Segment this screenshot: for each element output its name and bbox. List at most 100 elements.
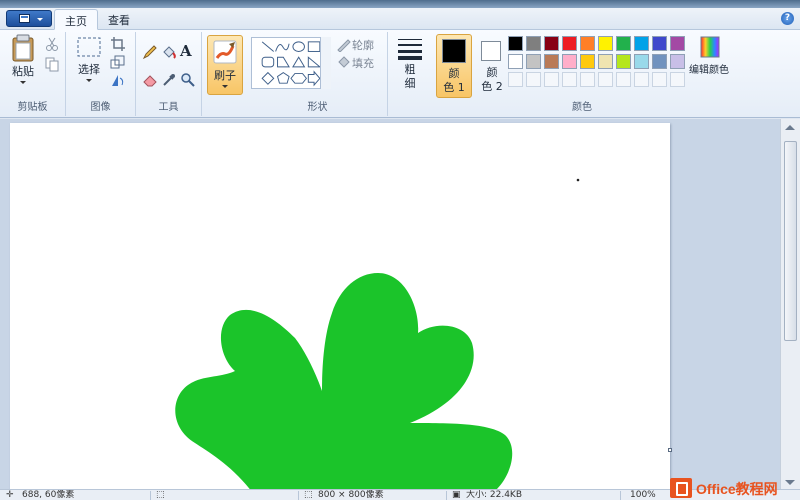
chevron-down-icon	[86, 79, 92, 82]
canvas-resize-handle[interactable]	[668, 448, 672, 452]
dimension-icon: ⬚	[304, 490, 313, 500]
color-swatch[interactable]	[562, 36, 577, 51]
zoom-level: 100%	[630, 490, 656, 500]
paste-button[interactable]: 粘贴	[8, 34, 38, 84]
group-shapes: 轮廓 填充 形状	[248, 32, 388, 116]
custom-color-slot[interactable]	[616, 72, 631, 87]
custom-color-slot[interactable]	[634, 72, 649, 87]
watermark: Office教程网	[668, 476, 800, 500]
window-title-strip	[0, 0, 800, 8]
eraser-icon[interactable]	[142, 72, 158, 88]
office-logo-icon	[670, 478, 692, 498]
color-swatch[interactable]	[598, 36, 613, 51]
custom-color-slot[interactable]	[544, 72, 559, 87]
color-swatch[interactable]	[580, 54, 595, 69]
resize-icon[interactable]	[110, 54, 126, 70]
brush-icon	[213, 40, 237, 64]
outline-label[interactable]: 轮廓	[352, 37, 374, 53]
group-label-tools: 工具	[158, 102, 179, 113]
color-swatch[interactable]	[616, 36, 631, 51]
select-button[interactable]: 选择	[74, 36, 104, 82]
paste-label: 粘贴	[12, 65, 34, 78]
custom-color-slot[interactable]	[580, 72, 595, 87]
text-tool-icon[interactable]: A	[180, 42, 196, 60]
fill-icon[interactable]	[336, 54, 352, 70]
color-swatch[interactable]	[544, 36, 559, 51]
color-swatch[interactable]	[598, 54, 613, 69]
fill-label[interactable]: 填充	[352, 55, 374, 71]
color1-label-line2: 色 1	[443, 81, 465, 94]
color-swatch[interactable]	[508, 54, 523, 69]
file-size: 大小: 22.4KB	[466, 490, 523, 500]
shapes-gallery-scroll[interactable]	[320, 37, 331, 89]
color-swatch[interactable]	[652, 54, 667, 69]
color1-preview	[442, 39, 466, 63]
canvas-workspace	[0, 119, 780, 489]
pencil-icon[interactable]	[142, 44, 158, 60]
crop-icon[interactable]	[110, 36, 126, 52]
tab-home[interactable]: 主页	[54, 9, 98, 30]
color-swatch[interactable]	[580, 36, 595, 51]
outline-icon[interactable]	[336, 36, 352, 52]
color-swatch[interactable]	[508, 36, 523, 51]
color1-button[interactable]: 颜 色 1	[436, 34, 472, 98]
custom-color-slot[interactable]	[562, 72, 577, 87]
size-label-1: 粗	[404, 63, 416, 76]
color2-label-line2: 色 2	[481, 80, 503, 93]
color-swatch[interactable]	[670, 54, 685, 69]
custom-color-slot[interactable]	[508, 72, 523, 87]
group-size: 粗 细	[388, 32, 432, 116]
custom-color-slot[interactable]	[598, 72, 613, 87]
brushes-button[interactable]: 刷子	[207, 35, 243, 95]
line-width-icon	[398, 39, 422, 60]
color-swatch[interactable]	[670, 36, 685, 51]
color-swatch[interactable]	[634, 36, 649, 51]
color-swatch[interactable]	[652, 36, 667, 51]
drawing-canvas[interactable]	[10, 123, 672, 489]
chevron-down-icon	[20, 81, 26, 84]
brushes-label: 刷子	[214, 69, 236, 82]
color-swatch[interactable]	[634, 54, 649, 69]
green-clover-shape	[175, 273, 513, 489]
group-image: 选择 图像	[66, 32, 136, 116]
color-swatch[interactable]	[562, 54, 577, 69]
ribbon: 粘贴 剪贴板 选择 图像 A 工具 刷子 轮廓 填充 形状 粗 细 颜 色 1 …	[0, 30, 800, 118]
ribbon-tab-bar: 主页 查看 ?	[0, 8, 800, 30]
group-tools: A 工具	[136, 32, 202, 116]
color2-preview	[481, 41, 501, 61]
copy-icon[interactable]	[44, 56, 60, 72]
color-swatch[interactable]	[526, 54, 541, 69]
selection-icon: ⬚	[156, 490, 165, 500]
size-label-2: 细	[404, 77, 416, 90]
group-label-clipboard: 剪贴板	[17, 102, 48, 113]
scrollbar-thumb[interactable]	[784, 141, 797, 341]
cut-icon[interactable]	[44, 36, 60, 52]
edit-colors-button[interactable]: 编辑颜色	[688, 35, 732, 78]
custom-color-slot[interactable]	[526, 72, 541, 87]
watermark-text: Office教程网	[696, 481, 778, 497]
color-swatch[interactable]	[616, 54, 631, 69]
chevron-down-icon	[222, 85, 228, 88]
select-label: 选择	[78, 63, 100, 76]
rotate-icon[interactable]	[110, 72, 126, 88]
size-button[interactable]: 粗 细	[394, 36, 426, 91]
clover-drawing	[175, 178, 580, 489]
color2-button[interactable]: 颜 色 2	[474, 34, 510, 98]
tab-view[interactable]: 查看	[98, 9, 140, 30]
vertical-scrollbar[interactable]	[780, 119, 800, 489]
document-icon	[19, 14, 30, 23]
shapes-gallery[interactable]	[251, 37, 331, 89]
paint-menu-button[interactable]	[6, 10, 52, 27]
custom-color-slot[interactable]	[670, 72, 685, 87]
cursor-crosshair-icon: ✛	[6, 490, 14, 500]
group-label-shapes: 形状	[307, 102, 328, 113]
color-swatch[interactable]	[544, 54, 559, 69]
help-icon[interactable]: ?	[781, 12, 794, 25]
fill-bucket-icon[interactable]	[161, 44, 177, 60]
custom-color-slot[interactable]	[652, 72, 667, 87]
color-swatch[interactable]	[526, 36, 541, 51]
scroll-up-icon[interactable]	[785, 125, 795, 130]
group-label-colors: 颜色	[572, 102, 592, 113]
color-picker-icon[interactable]	[161, 72, 177, 88]
magnifier-icon[interactable]	[180, 72, 196, 88]
